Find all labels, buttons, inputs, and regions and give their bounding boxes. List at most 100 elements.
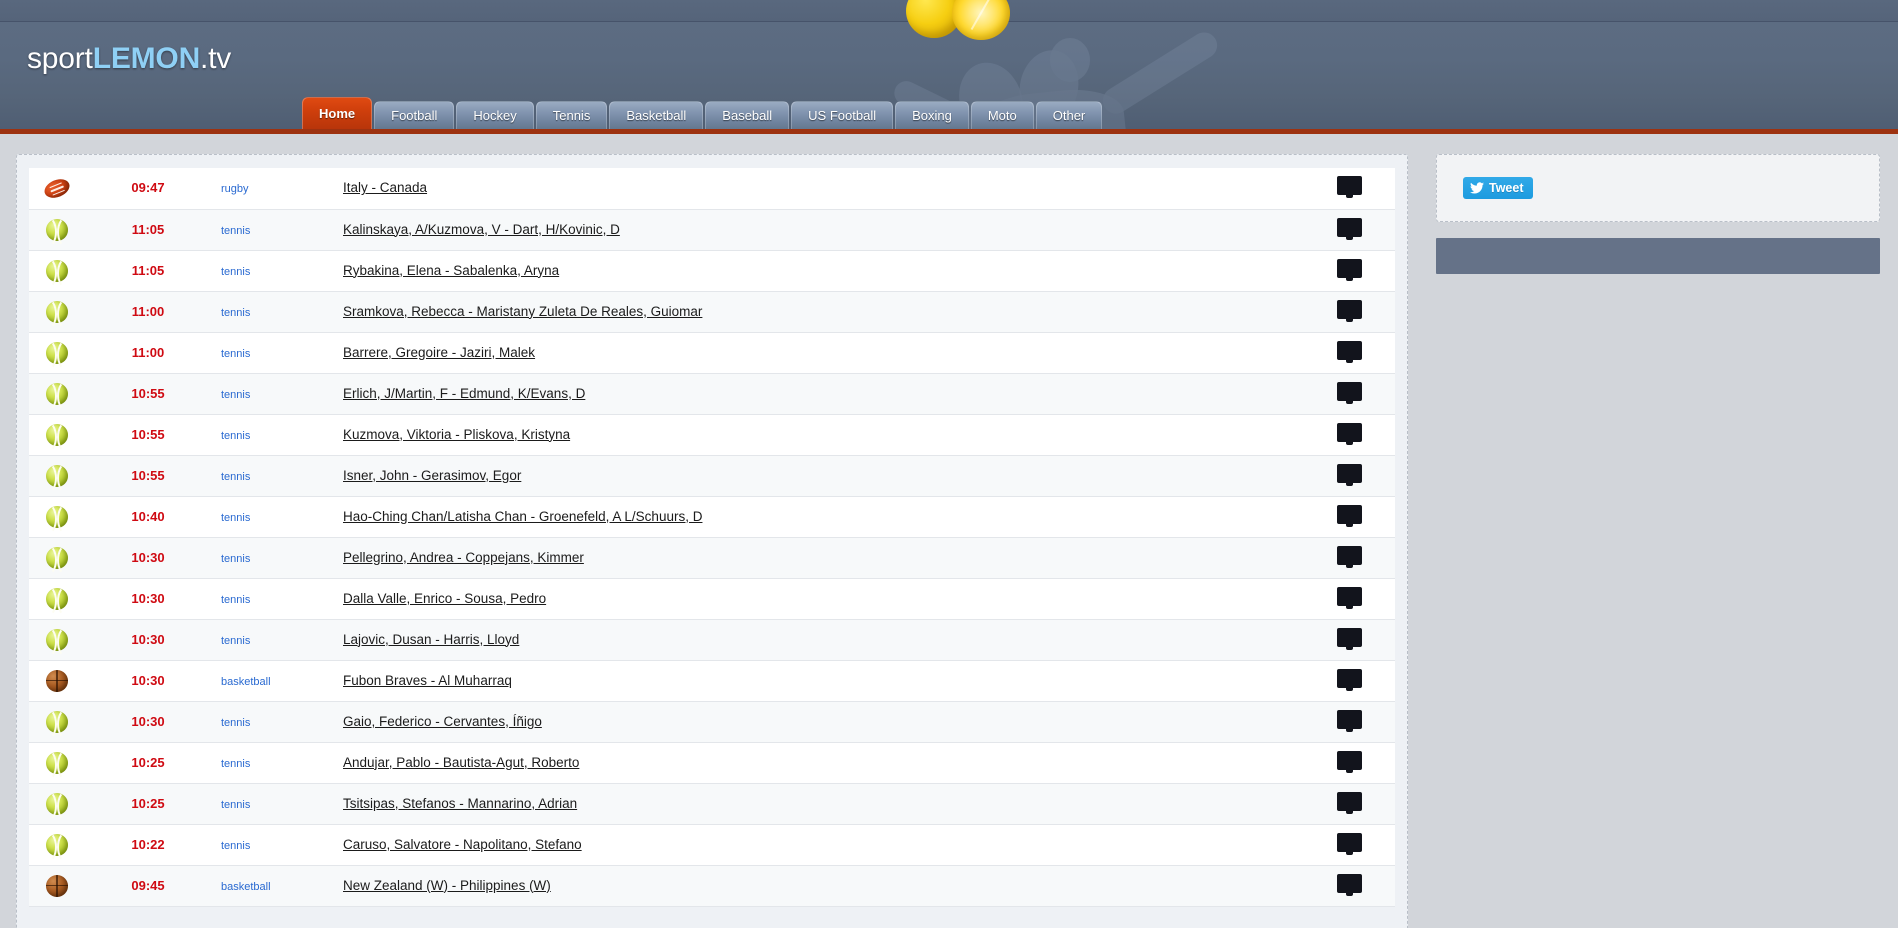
main-navigation[interactable]: Home Football Hockey Tennis Basketball Baseba…: [302, 97, 1103, 129]
table-row[interactable]: 10:25 tennis Tsitsipas, Stefanos - Mannari…: [29, 783, 1395, 824]
sport-link[interactable]: tennis: [221, 758, 250, 770]
tv-icon[interactable]: [1336, 791, 1362, 814]
tv-icon[interactable]: [1336, 586, 1362, 609]
match-link[interactable]: Isner, John - Gerasimov, Egor: [343, 468, 521, 483]
event-time: 10:55: [131, 467, 165, 483]
sport-link[interactable]: tennis: [221, 430, 250, 442]
tweet-button[interactable]: Tweet: [1463, 177, 1533, 199]
tab-boxing[interactable]: Boxing: [895, 101, 969, 129]
sport-link[interactable]: basketball: [221, 676, 271, 688]
match-link[interactable]: Hao-Ching Chan/Latisha Chan - Groenefeld…: [343, 509, 702, 524]
event-stream-cell: [1303, 824, 1395, 865]
event-stream-cell: [1303, 291, 1395, 332]
event-stream-cell: [1303, 783, 1395, 824]
event-match-cell: Caruso, Salvatore - Napolitano, Stefano: [331, 824, 1303, 865]
tab-football[interactable]: Football: [374, 101, 455, 129]
table-row[interactable]: 10:30 tennis Dalla Valle, Enrico - Sousa, …: [29, 578, 1395, 619]
table-row[interactable]: 10:55 tennis Isner, John - Gerasimov, Egor: [29, 455, 1395, 496]
sport-link[interactable]: tennis: [221, 717, 250, 729]
site-logo[interactable]: sportLEMON.tv: [27, 42, 231, 76]
table-row[interactable]: 10:55 tennis Erlich, J/Martin, F - Edmund,…: [29, 373, 1395, 414]
sport-link[interactable]: tennis: [221, 512, 250, 524]
tv-icon[interactable]: [1336, 873, 1362, 896]
sport-link[interactable]: tennis: [221, 799, 250, 811]
match-link[interactable]: Sramkova, Rebecca - Maristany Zuleta De …: [343, 304, 702, 319]
sport-link[interactable]: rugby: [221, 183, 249, 195]
match-link[interactable]: Pellegrino, Andrea - Coppejans, Kimmer: [343, 550, 584, 565]
match-link[interactable]: New Zealand (W) - Philippines (W): [343, 878, 551, 893]
table-row[interactable]: 09:47 rugby Italy - Canada: [29, 168, 1395, 209]
tv-icon[interactable]: [1336, 463, 1362, 486]
table-row[interactable]: 10:25 tennis Andujar, Pablo - Bautista-Agu…: [29, 742, 1395, 783]
sport-link[interactable]: tennis: [221, 635, 250, 647]
ad-placeholder[interactable]: [1436, 238, 1880, 274]
events-table: 09:47 rugby Italy - Canada 11:05 tennis Kalin…: [29, 168, 1395, 907]
table-row[interactable]: 11:05 tennis Kalinskaya, A/Kuzmova, V - Da…: [29, 209, 1395, 250]
match-link[interactable]: Erlich, J/Martin, F - Edmund, K/Evans, D: [343, 386, 585, 401]
event-time-cell: 10:25: [85, 742, 211, 783]
tab-label: Home: [319, 106, 356, 121]
match-link[interactable]: Dalla Valle, Enrico - Sousa, Pedro: [343, 591, 546, 606]
tv-icon[interactable]: [1336, 504, 1362, 527]
table-row[interactable]: 10:30 basketball Fubon Braves - Al Muharra…: [29, 660, 1395, 701]
sport-link[interactable]: basketball: [221, 881, 271, 893]
tennis-ball-icon: [46, 543, 68, 576]
tv-icon[interactable]: [1336, 545, 1362, 568]
event-match-cell: Dalla Valle, Enrico - Sousa, Pedro: [331, 578, 1303, 619]
tv-icon[interactable]: [1336, 299, 1362, 322]
match-link[interactable]: Kuzmova, Viktoria - Pliskova, Kristyna: [343, 427, 570, 442]
table-row[interactable]: 11:00 tennis Barrere, Gregoire - Jaziri, M…: [29, 332, 1395, 373]
sport-link[interactable]: tennis: [221, 348, 250, 360]
tv-icon[interactable]: [1336, 176, 1362, 199]
tv-icon[interactable]: [1336, 668, 1362, 691]
table-row[interactable]: 10:30 tennis Pellegrino, Andrea - Coppejan…: [29, 537, 1395, 578]
tab-moto[interactable]: Moto: [970, 101, 1034, 129]
table-row[interactable]: 10:30 tennis Gaio, Federico - Cervantes, Í…: [29, 701, 1395, 742]
sport-link[interactable]: tennis: [221, 307, 250, 319]
sport-link[interactable]: tennis: [221, 225, 250, 237]
tab-us-football[interactable]: US Football: [791, 101, 894, 129]
tab-home[interactable]: Home: [302, 97, 373, 129]
table-row[interactable]: 10:40 tennis Hao-Ching Chan/Latisha Chan -…: [29, 496, 1395, 537]
tv-icon[interactable]: [1336, 832, 1362, 855]
tv-icon[interactable]: [1336, 709, 1362, 732]
tab-tennis[interactable]: Tennis: [535, 101, 608, 129]
match-link[interactable]: Gaio, Federico - Cervantes, Íñigo: [343, 714, 542, 729]
event-sport-cell: basketball: [211, 660, 331, 701]
table-row[interactable]: 09:45 basketball New Zealand (W) - Philipp…: [29, 865, 1395, 906]
table-row[interactable]: 11:05 tennis Rybakina, Elena - Sabalenka, …: [29, 250, 1395, 291]
match-link[interactable]: Italy - Canada: [343, 180, 427, 195]
match-link[interactable]: Barrere, Gregoire - Jaziri, Malek: [343, 345, 535, 360]
sport-link[interactable]: tennis: [221, 840, 250, 852]
match-link[interactable]: Lajovic, Dusan - Harris, Lloyd: [343, 632, 519, 647]
tab-other[interactable]: Other: [1035, 101, 1103, 129]
match-link[interactable]: Rybakina, Elena - Sabalenka, Aryna: [343, 263, 559, 278]
table-row[interactable]: 10:22 tennis Caruso, Salvatore - Napolitan…: [29, 824, 1395, 865]
sport-link[interactable]: tennis: [221, 266, 250, 278]
event-stream-cell: [1303, 660, 1395, 701]
tv-icon[interactable]: [1336, 627, 1362, 650]
sport-link[interactable]: tennis: [221, 389, 250, 401]
tv-icon[interactable]: [1336, 750, 1362, 773]
match-link[interactable]: Fubon Braves - Al Muharraq: [343, 673, 512, 688]
sport-link[interactable]: tennis: [221, 594, 250, 606]
event-stream-cell: [1303, 537, 1395, 578]
table-row[interactable]: 11:00 tennis Sramkova, Rebecca - Maristany…: [29, 291, 1395, 332]
match-link[interactable]: Andujar, Pablo - Bautista-Agut, Roberto: [343, 755, 579, 770]
tab-basketball[interactable]: Basketball: [609, 101, 704, 129]
table-row[interactable]: 10:55 tennis Kuzmova, Viktoria - Pliskova,…: [29, 414, 1395, 455]
tv-icon[interactable]: [1336, 340, 1362, 363]
event-match-cell: Rybakina, Elena - Sabalenka, Aryna: [331, 250, 1303, 291]
match-link[interactable]: Kalinskaya, A/Kuzmova, V - Dart, H/Kovin…: [343, 222, 620, 237]
match-link[interactable]: Tsitsipas, Stefanos - Mannarino, Adrian: [343, 796, 577, 811]
match-link[interactable]: Caruso, Salvatore - Napolitano, Stefano: [343, 837, 582, 852]
sport-link[interactable]: tennis: [221, 553, 250, 565]
table-row[interactable]: 10:30 tennis Lajovic, Dusan - Harris, Lloy…: [29, 619, 1395, 660]
tv-icon[interactable]: [1336, 422, 1362, 445]
tv-icon[interactable]: [1336, 381, 1362, 404]
tv-icon[interactable]: [1336, 258, 1362, 281]
tab-baseball[interactable]: Baseball: [705, 101, 790, 129]
tab-hockey[interactable]: Hockey: [456, 101, 534, 129]
sport-link[interactable]: tennis: [221, 471, 250, 483]
tv-icon[interactable]: [1336, 217, 1362, 240]
